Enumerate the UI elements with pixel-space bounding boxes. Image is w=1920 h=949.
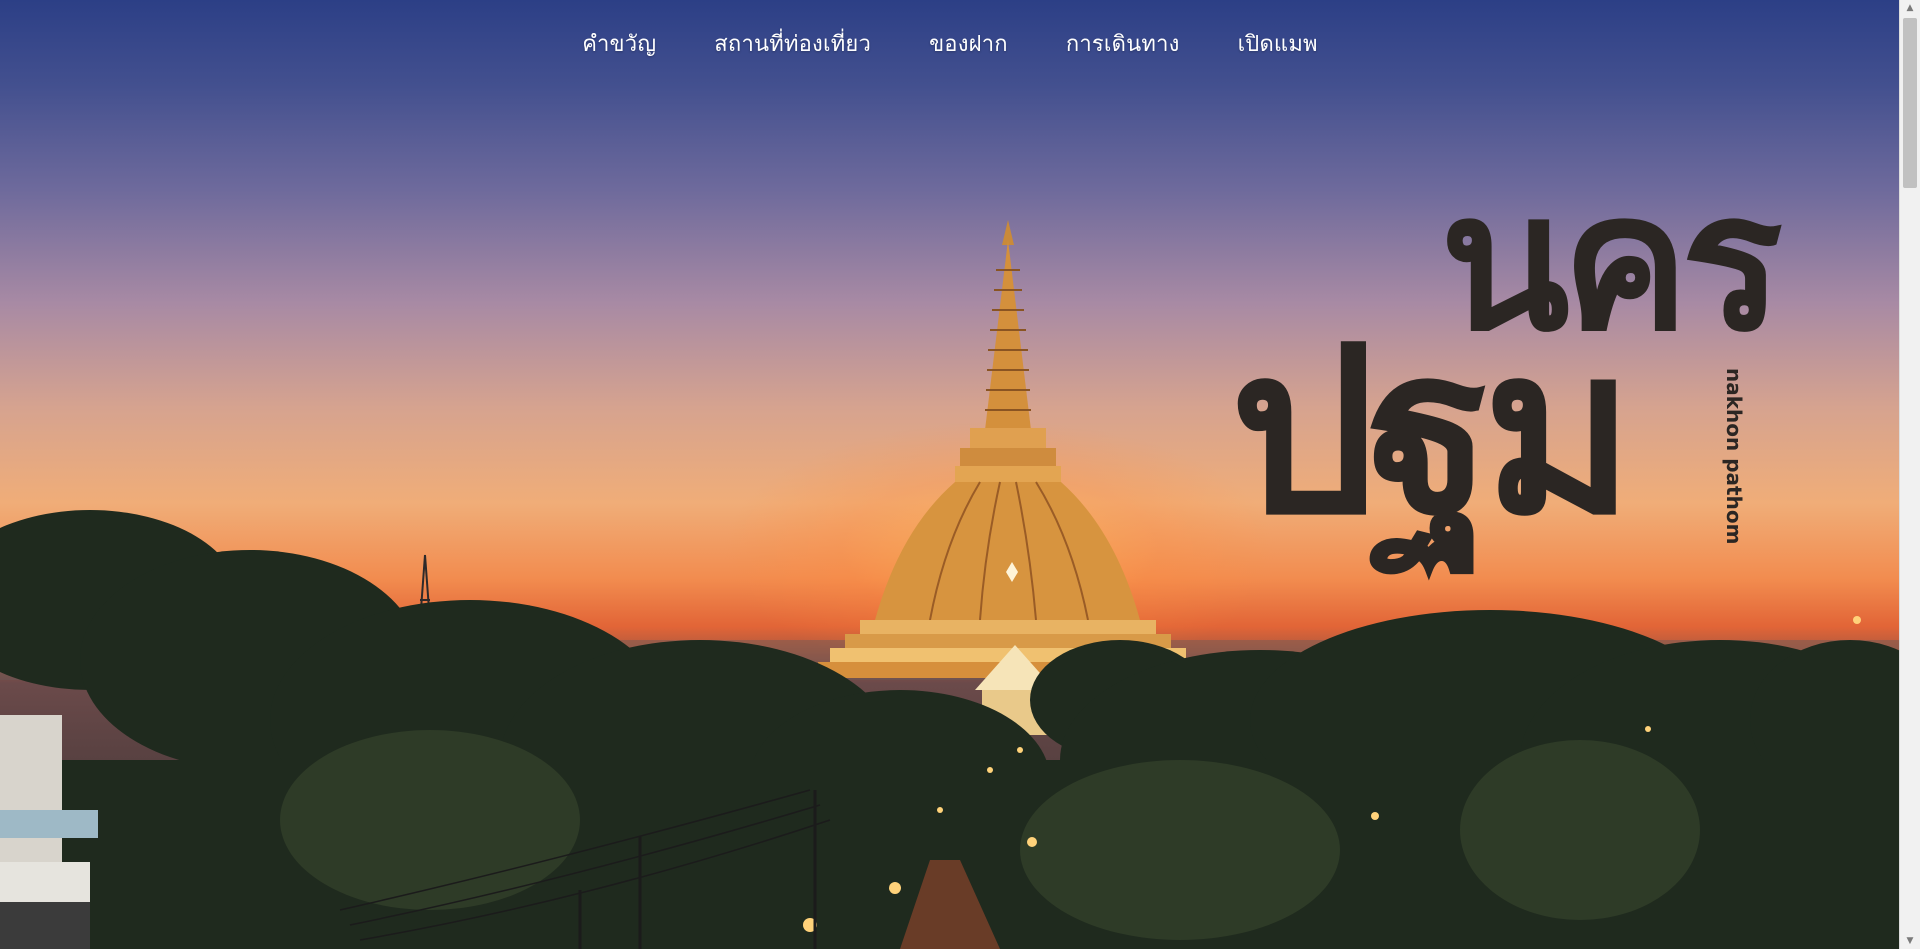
scroll-up-arrow-icon[interactable]: ▲	[1900, 0, 1920, 16]
nav-item-open-map[interactable]: เปิดแมพ	[1238, 26, 1318, 61]
main-nav: คำขวัญ สถานที่ท่องเที่ยว ของฝาก การเดินท…	[0, 26, 1900, 61]
nav-item-souvenirs[interactable]: ของฝาก	[929, 26, 1008, 61]
nav-item-attractions[interactable]: สถานที่ท่องเที่ยว	[714, 26, 871, 61]
hero-section: คำขวัญ สถานที่ท่องเที่ยว ของฝาก การเดินท…	[0, 0, 1900, 949]
scroll-down-arrow-icon[interactable]: ▼	[1900, 933, 1920, 949]
scrollbar-thumb[interactable]	[1903, 18, 1917, 188]
title-line-2: ปฐม	[1230, 299, 1635, 566]
nav-item-travel[interactable]: การเดินทาง	[1066, 26, 1180, 61]
hero-title: นคร ปฐม nakhon pathom	[1230, 168, 1790, 588]
left-building	[0, 715, 98, 949]
title-subtitle: nakhon pathom	[1722, 368, 1746, 545]
vertical-scrollbar[interactable]: ▲ ▼	[1899, 0, 1920, 949]
nav-item-motto[interactable]: คำขวัญ	[582, 26, 656, 61]
pagoda	[818, 220, 1198, 678]
